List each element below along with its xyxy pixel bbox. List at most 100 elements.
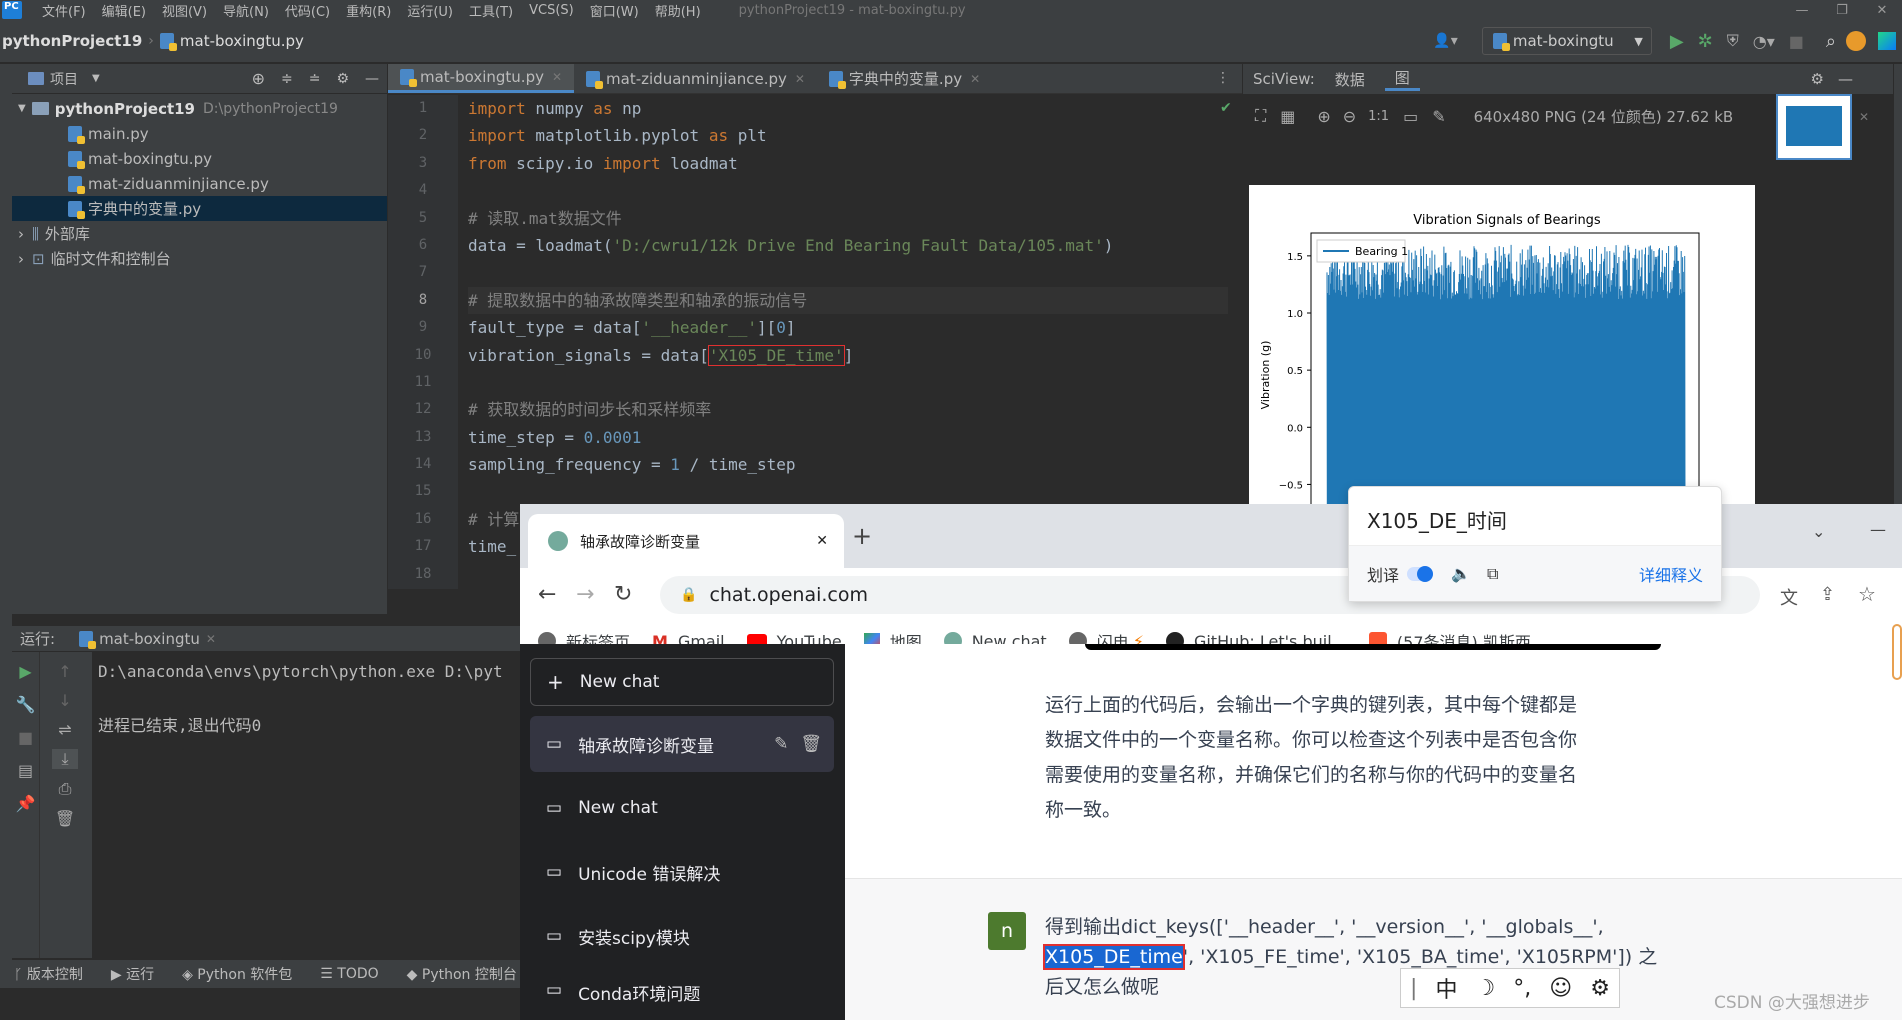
editor-tab[interactable]: mat-ziduanminjiance.py ✕ [574, 64, 817, 93]
close-icon[interactable]: ✕ [1859, 110, 1869, 124]
update-icon[interactable] [1846, 31, 1866, 51]
minimize-icon[interactable]: — [1782, 3, 1822, 18]
layout-icon[interactable]: ▤ [12, 761, 39, 780]
translate-icon[interactable]: 文 [1780, 584, 1798, 610]
run-tab[interactable]: mat-boxingtu [99, 630, 200, 648]
menu-code[interactable]: 代码(C) [277, 1, 338, 20]
tool-todo[interactable]: ☰ TODO [306, 966, 392, 982]
star-icon[interactable]: ☆ [1858, 582, 1876, 606]
wrench-icon[interactable]: 🔧 [12, 695, 39, 714]
editor-tab[interactable]: mat-boxingtu.py ✕ [388, 64, 575, 93]
forward-icon[interactable]: → [576, 582, 594, 607]
stop-icon[interactable]: ■ [12, 728, 39, 747]
tree-file[interactable]: main.py [12, 121, 387, 146]
menu-edit[interactable]: 编辑(E) [94, 1, 154, 20]
tree-root[interactable]: ▼ pythonProject19 D:\pythonProject19 [12, 96, 387, 121]
zoom-in-icon[interactable]: ⊕ [1317, 107, 1330, 126]
expand-all-icon[interactable]: ≑ [281, 71, 293, 87]
ime-handle[interactable]: | [1410, 976, 1417, 1001]
restore-icon[interactable]: ❐ [1822, 3, 1862, 18]
menu-tools[interactable]: 工具(T) [461, 1, 521, 20]
debug-icon[interactable]: ✲ [1698, 31, 1713, 52]
tool-run[interactable]: ▶ 运行 [97, 964, 168, 984]
close-icon[interactable]: ✕ [206, 632, 216, 646]
tree-file[interactable]: mat-boxingtu.py [12, 146, 387, 171]
rerun-icon[interactable]: ▶ [12, 662, 39, 681]
tree-external-libs[interactable]: › ⫼ 外部库 [12, 221, 387, 246]
copy-icon[interactable]: ⧉ [1487, 564, 1498, 584]
share-icon[interactable]: ⇪ [1820, 584, 1835, 605]
menu-vcs[interactable]: VCS(S) [521, 3, 582, 18]
menu-run[interactable]: 运行(U) [399, 1, 461, 20]
menu-help[interactable]: 帮助(H) [647, 1, 709, 20]
stop-icon[interactable]: ■ [1789, 32, 1804, 51]
run-icon[interactable]: ▶ [1670, 31, 1684, 52]
chat-history-item[interactable]: ▭ Unicode 错误解决 [530, 844, 834, 900]
edit-icon[interactable]: ✎ [774, 734, 788, 754]
run-config-select[interactable]: mat-boxingtu ▼ [1481, 27, 1652, 55]
plot-thumbnail[interactable] [1776, 94, 1852, 160]
reload-icon[interactable]: ↻ [614, 582, 632, 607]
close-icon[interactable]: ✕ [816, 533, 828, 549]
user-icon[interactable]: 👤▾ [1433, 33, 1457, 49]
actual-size-button[interactable]: 1:1 [1368, 109, 1389, 124]
browser-tab[interactable]: 轴承故障诊断变量 ✕ [528, 514, 844, 568]
project-panel-title[interactable]: 项目 [50, 69, 78, 89]
minimize-icon[interactable]: — [1870, 520, 1886, 539]
chevron-down-icon[interactable]: ⌄ [1812, 522, 1825, 541]
tool-python-packages[interactable]: ◈ Python 软件包 [168, 964, 306, 984]
sciview-tab-plot[interactable]: 图 [1384, 67, 1420, 91]
close-icon[interactable]: ✕ [552, 70, 562, 84]
color-picker-icon[interactable]: ✎ [1432, 107, 1445, 126]
close-icon[interactable]: ✕ [970, 72, 980, 86]
more-icon[interactable]: ⋮ [1204, 64, 1242, 93]
up-arrow-icon[interactable]: ↑ [52, 662, 78, 681]
menu-file[interactable]: 文件(F) [34, 1, 94, 20]
new-chat-button[interactable]: + New chat [530, 658, 834, 706]
tree-file-selected[interactable]: 字典中的变量.py [12, 196, 387, 221]
grid-icon[interactable]: ▦ [1280, 107, 1295, 126]
tool-python-console[interactable]: ◆ Python 控制台 [393, 964, 531, 984]
background-icon[interactable]: ▭ [1403, 107, 1418, 126]
locate-icon[interactable]: ⊕ [252, 69, 265, 88]
menu-view[interactable]: 视图(V) [154, 1, 215, 20]
close-icon[interactable]: ✕ [1862, 3, 1902, 18]
tree-scratches[interactable]: › ⊡ 临时文件和控制台 [12, 246, 387, 271]
tree-file[interactable]: mat-ziduanminjiance.py [12, 171, 387, 196]
trash-icon[interactable]: 🗑 [800, 734, 822, 754]
speaker-icon[interactable]: 🔈 [1451, 564, 1471, 583]
chat-history-item-active[interactable]: ▭ 轴承故障诊断变量 ✎ 🗑 [530, 716, 834, 772]
menu-window[interactable]: 窗口(W) [582, 1, 647, 20]
profile-icon[interactable]: ◔▾ [1753, 32, 1775, 51]
ime-mode[interactable]: 中 [1435, 972, 1457, 1004]
scrollbar[interactable] [1892, 624, 1902, 680]
down-arrow-icon[interactable]: ↓ [52, 691, 78, 710]
moon-icon[interactable]: ☽ [1475, 976, 1495, 1001]
gear-icon[interactable]: ⚙ [336, 71, 349, 87]
pin-icon[interactable]: 📌 [12, 794, 39, 813]
gear-icon[interactable]: ⚙ [1811, 70, 1824, 88]
details-link[interactable]: 详细释义 [1639, 562, 1703, 586]
scroll-end-icon[interactable]: ⤓ [52, 749, 78, 769]
hide-icon[interactable]: — [1838, 70, 1853, 88]
new-tab-icon[interactable]: + [852, 522, 872, 550]
toggle-switch[interactable] [1407, 565, 1434, 582]
search-icon[interactable]: ⌕ [1826, 31, 1836, 52]
editor-tab[interactable]: 字典中的变量.py ✕ [817, 64, 992, 93]
emoji-icon[interactable]: ☺ [1549, 976, 1572, 1001]
zoom-out-icon[interactable]: ⊖ [1343, 107, 1356, 126]
chat-history-item[interactable]: ▭ New chat [530, 780, 834, 836]
breadcrumb-file[interactable]: mat-boxingtu.py [180, 32, 304, 50]
hide-icon[interactable]: — [365, 71, 379, 87]
chat-history-item[interactable]: ▭ 安装scipy模块 [530, 908, 834, 964]
menu-navigate[interactable]: 导航(N) [215, 1, 277, 20]
collapse-all-icon[interactable]: ≐ [309, 71, 321, 87]
jetbrains-icon[interactable] [1878, 32, 1896, 50]
soft-wrap-icon[interactable]: ⇌ [52, 720, 78, 739]
fit-icon[interactable]: ⛶ [1255, 106, 1266, 126]
gear-icon[interactable]: ⚙ [1590, 976, 1610, 1001]
back-icon[interactable]: ← [538, 582, 556, 607]
trash-icon[interactable]: 🗑 [52, 809, 78, 828]
tool-version-control[interactable]: ᚴ 版本控制 [0, 964, 97, 984]
chat-history-item[interactable]: ▭ Conda环境问题 [530, 972, 834, 1020]
